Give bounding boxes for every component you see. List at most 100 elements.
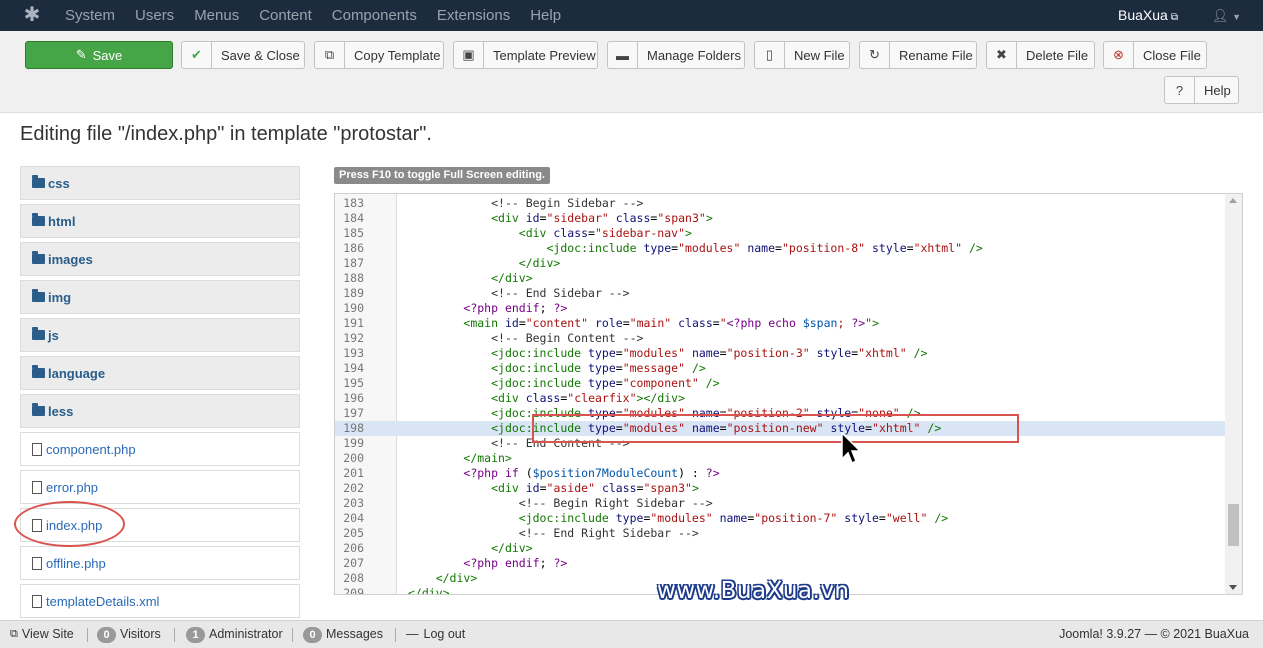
code-line: 187 </div> xyxy=(343,256,561,270)
copy-template-label: Copy Template xyxy=(354,47,441,63)
save-button[interactable]: ✎ Save xyxy=(25,41,173,69)
code-line: 201 <?php if ($position7ModuleCount) : ?… xyxy=(343,466,720,480)
code-line: 200 </main> xyxy=(343,451,512,465)
help-button[interactable]: ? Help xyxy=(1164,76,1239,104)
admin-badge: 1 xyxy=(186,626,205,643)
fullscreen-hint: Press F10 to toggle Full Screen editing. xyxy=(334,167,550,184)
refresh-icon: ↻ xyxy=(860,42,890,68)
new-file-button[interactable]: ▯ New File xyxy=(754,41,850,69)
copy-icon: ⧉ xyxy=(315,42,345,68)
tree-file-templatedetails[interactable]: templateDetails.xml xyxy=(20,584,300,618)
menu-users[interactable]: Users xyxy=(135,0,174,31)
manage-folders-button[interactable]: ▬ Manage Folders xyxy=(607,41,745,69)
tree-folder-js[interactable]: js xyxy=(20,318,300,352)
file-icon xyxy=(32,556,42,570)
code-line: 196 <div class="clearfix"></div> xyxy=(343,391,686,405)
highlight-box xyxy=(532,414,1019,443)
file-icon: ▯ xyxy=(755,42,785,68)
chevron-down-icon: ▼ xyxy=(1232,12,1242,22)
logout-link[interactable]: — Log out xyxy=(406,621,465,648)
tree-folder-label: language xyxy=(48,365,106,381)
page-title: Editing file "/index.php" in template "p… xyxy=(20,123,432,145)
toolbar: ✎ Save ✔ Save & Close ⧉ Copy Template ▣ … xyxy=(0,31,1263,113)
status-bar: ⧉ View Site 0 Visitors 1 Administrator 0 Mes… xyxy=(0,620,1263,648)
highlight-ellipse xyxy=(14,501,125,547)
tree-folder-label: img xyxy=(48,289,72,305)
menu-help[interactable]: Help xyxy=(530,0,561,31)
mouse-cursor-icon xyxy=(841,432,862,465)
code-line: 192 <!-- Begin Content --> xyxy=(343,331,644,345)
manage-folders-label: Manage Folders xyxy=(647,47,741,63)
file-icon xyxy=(32,442,42,456)
messages-status[interactable]: 0 Messages xyxy=(303,621,383,648)
menu-components[interactable]: Components xyxy=(332,0,417,31)
tree-folder-images[interactable]: images xyxy=(20,242,300,276)
scroll-thumb[interactable] xyxy=(1228,504,1239,546)
code-line: 207 <?php endif; ?> xyxy=(343,556,568,570)
version-info: Joomla! 3.9.27 — © 2021 BuaXua xyxy=(1059,627,1249,641)
main-menu: System Users Menus Content Components Ex… xyxy=(65,0,581,31)
folder-icon xyxy=(32,403,45,416)
rename-file-button[interactable]: ↻ Rename File xyxy=(859,41,977,69)
file-icon xyxy=(32,480,42,494)
folder-icon: ▬ xyxy=(608,42,638,68)
watermark: www.BuaXua.vn xyxy=(657,578,850,604)
top-navbar: ✱ System Users Menus Content Components … xyxy=(0,0,1263,31)
tree-folder-html[interactable]: html xyxy=(20,204,300,238)
copy-template-button[interactable]: ⧉ Copy Template xyxy=(314,41,444,69)
folder-icon xyxy=(32,327,45,340)
close-file-button[interactable]: ⊗ Close File xyxy=(1103,41,1207,69)
view-site-link[interactable]: ⧉ View Site xyxy=(10,621,74,648)
file-icon xyxy=(32,594,42,608)
menu-system[interactable]: System xyxy=(65,0,115,31)
image-icon: ▣ xyxy=(454,42,484,68)
tree-file-error[interactable]: error.php xyxy=(20,470,300,504)
tree-folder-label: less xyxy=(48,403,74,419)
visitors-status[interactable]: 0 Visitors xyxy=(97,621,161,648)
save-close-button[interactable]: ✔ Save & Close xyxy=(181,41,305,69)
close-icon: ✖ xyxy=(987,42,1017,68)
code-line: 184 <div id="sidebar" class="span3"> xyxy=(343,211,713,225)
menu-content[interactable]: Content xyxy=(259,0,312,31)
scroll-up-arrow-icon[interactable] xyxy=(1229,198,1237,203)
admin-status[interactable]: 1 Administrator xyxy=(186,621,283,648)
folder-icon xyxy=(32,365,45,378)
joomla-logo-icon[interactable]: ✱ xyxy=(20,4,44,26)
scroll-down-arrow-icon[interactable] xyxy=(1229,585,1237,590)
code-line: 203 <!-- Begin Right Sidebar --> xyxy=(343,496,713,510)
tree-file-label: component.php xyxy=(46,441,136,457)
site-name: BuaXua xyxy=(1118,7,1168,23)
tree-folder-label: css xyxy=(48,175,70,191)
tree-folder-label: images xyxy=(48,251,93,267)
tree-file-label: offline.php xyxy=(46,555,106,571)
tree-file-offline[interactable]: offline.php xyxy=(20,546,300,580)
messages-label: Messages xyxy=(326,627,383,641)
admin-label: Administrator xyxy=(209,627,283,641)
tree-file-component[interactable]: component.php xyxy=(20,432,300,466)
user-icon: 👤︎ xyxy=(1212,8,1229,23)
code-editor[interactable]: 183 <!-- Begin Sidebar --> 184 <div id="… xyxy=(334,193,1243,595)
tree-folder-less[interactable]: less xyxy=(20,394,300,428)
site-link[interactable]: BuaXua ⧉ xyxy=(1118,0,1178,33)
code-line: 185 <div class="sidebar-nav"> xyxy=(343,226,692,240)
delete-file-button[interactable]: ✖ Delete File xyxy=(986,41,1095,69)
template-preview-button[interactable]: ▣ Template Preview xyxy=(453,41,598,69)
messages-badge: 0 xyxy=(303,626,322,643)
user-menu[interactable]: 👤︎ ▼ xyxy=(1212,0,1241,33)
external-link-icon: ⧉ xyxy=(10,628,18,640)
menu-extensions[interactable]: Extensions xyxy=(437,0,510,31)
code-line: 195 <jdoc:include type="component" /> xyxy=(343,376,720,390)
editor-scrollbar[interactable] xyxy=(1225,194,1242,594)
tree-folder-label: html xyxy=(48,213,76,229)
code-line: 189 <!-- End Sidebar --> xyxy=(343,286,630,300)
tree-folder-img[interactable]: img xyxy=(20,280,300,314)
new-file-label: New File xyxy=(794,47,845,63)
logout-label: Log out xyxy=(423,627,466,641)
tree-file-label: templateDetails.xml xyxy=(46,593,160,609)
tree-folder-language[interactable]: language xyxy=(20,356,300,390)
tree-folder-css[interactable]: css xyxy=(20,166,300,200)
menu-menus[interactable]: Menus xyxy=(194,0,239,31)
code-line: 183 <!-- Begin Sidebar --> xyxy=(343,196,644,210)
folder-icon xyxy=(32,175,45,188)
code-line: 194 <jdoc:include type="message" /> xyxy=(343,361,706,375)
